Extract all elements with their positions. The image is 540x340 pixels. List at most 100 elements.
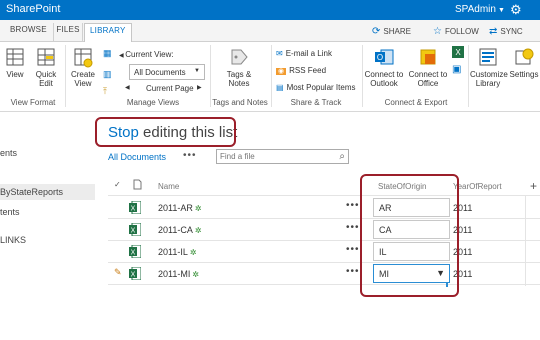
create-view-label-1: Create bbox=[70, 70, 95, 79]
column-header-year[interactable]: YearOfReport bbox=[453, 182, 502, 191]
table-row-editing[interactable]: ✎ X 2011-MI ✲ ••• MI ▼ 2011 bbox=[108, 263, 540, 285]
tab-files[interactable]: FILES bbox=[53, 23, 83, 42]
library-settings-button[interactable]: Settings bbox=[508, 46, 540, 79]
add-column-button[interactable]: + bbox=[530, 179, 537, 193]
tags-notes-button[interactable]: Tags & Notes bbox=[222, 46, 256, 88]
office-label-2: Office bbox=[417, 79, 439, 88]
row-more-button[interactable]: ••• bbox=[346, 200, 360, 211]
view-button[interactable]: View bbox=[3, 46, 27, 79]
rss-feed-button[interactable]: ◉ RSS Feed bbox=[276, 66, 326, 75]
view-icon bbox=[6, 48, 24, 66]
share-icon: ⟳ bbox=[372, 26, 381, 37]
tags-label: Tags & bbox=[226, 70, 252, 79]
row-more-button[interactable]: ••• bbox=[346, 266, 360, 277]
new-item-icon: ✲ bbox=[194, 226, 202, 235]
connect-office-button[interactable]: Connect to Office bbox=[407, 46, 449, 88]
view-more-button[interactable]: ••• bbox=[183, 150, 197, 161]
search-icon[interactable]: ⌕ bbox=[339, 151, 345, 162]
sync-icon: ⇄ bbox=[489, 26, 498, 37]
follow-button[interactable]: ☆ FOLLOW bbox=[433, 26, 479, 37]
table-row[interactable]: X 2011-IL ✲ ••• IL 2011 bbox=[108, 241, 540, 263]
chevron-down-icon: ▼ bbox=[194, 68, 200, 74]
left-nav-item[interactable]: tents bbox=[0, 207, 20, 217]
group-label-share-track: Share & Track bbox=[290, 98, 342, 107]
open-explorer-icon[interactable]: ▣ bbox=[452, 64, 461, 75]
create-column-icon[interactable]: ▥ bbox=[103, 69, 112, 80]
group-label-view-format: View Format bbox=[10, 98, 56, 107]
view-all-documents[interactable]: All Documents bbox=[108, 152, 166, 162]
notes-label: Notes bbox=[228, 79, 250, 88]
settings-icon bbox=[515, 48, 534, 65]
most-popular-button[interactable]: ▤ Most Popular Items bbox=[276, 83, 355, 92]
search-input[interactable] bbox=[217, 150, 329, 163]
prev-page-icon[interactable]: ◀ bbox=[125, 84, 130, 91]
new-item-icon: ✲ bbox=[194, 204, 202, 213]
left-nav-item-selected[interactable]: ByStateReports bbox=[0, 184, 95, 200]
view-label: View bbox=[6, 70, 24, 79]
new-item-icon: ✲ bbox=[189, 248, 197, 257]
sync-label: SYNC bbox=[500, 27, 523, 36]
group-label-connect-export: Connect & Export bbox=[384, 98, 448, 107]
search-box[interactable]: ⌕ bbox=[216, 149, 349, 164]
user-menu[interactable]: SPAdmin ▼ bbox=[455, 4, 505, 15]
column-header-name[interactable]: Name bbox=[158, 182, 179, 191]
export-excel-button[interactable]: X bbox=[452, 46, 464, 60]
gear-icon[interactable]: ⚙ bbox=[510, 2, 522, 18]
group-label-manage-views: Manage Views bbox=[126, 98, 180, 107]
next-page-icon[interactable]: ▶ bbox=[197, 84, 202, 91]
row-more-button[interactable]: ••• bbox=[346, 222, 360, 233]
excel-file-icon: X bbox=[129, 267, 141, 280]
svg-text:X: X bbox=[131, 206, 136, 213]
outlook-label-1: Connect to bbox=[364, 70, 404, 79]
popular-items-icon: ▤ bbox=[276, 83, 284, 92]
ribbon-tab-row: BROWSE FILES LIBRARY ⟳ SHARE ☆ FOLLOW ⇄ SYN… bbox=[0, 20, 540, 43]
customize-library-button[interactable]: Customize Library bbox=[470, 46, 508, 88]
office-label-1: Connect to bbox=[408, 70, 448, 79]
current-view-label: ◀ Current View: bbox=[119, 50, 174, 59]
svg-text:X: X bbox=[131, 272, 136, 279]
suite-bar: SharePoint SPAdmin ▼ ⚙ bbox=[0, 0, 540, 20]
quick-edit-button[interactable]: Quick Edit bbox=[32, 46, 60, 88]
outlook-icon: O bbox=[375, 49, 394, 65]
file-name-link[interactable]: 2011-AR ✲ bbox=[158, 203, 202, 213]
group-divider bbox=[65, 45, 66, 107]
left-nav-item[interactable]: LINKS bbox=[0, 235, 26, 245]
navigate-up-icon[interactable]: ⤒ bbox=[103, 86, 107, 97]
quick-edit-icon bbox=[37, 48, 55, 66]
share-button[interactable]: ⟳ SHARE bbox=[372, 26, 411, 37]
modify-view-icon[interactable]: ▦ bbox=[103, 48, 112, 59]
ribbon: View Quick Edit View Format Create View … bbox=[0, 42, 540, 112]
row-more-button[interactable]: ••• bbox=[346, 244, 360, 255]
sync-button[interactable]: ⇄ SYNC bbox=[489, 26, 523, 37]
highlight-callout bbox=[360, 174, 459, 297]
app-title[interactable]: SharePoint bbox=[6, 3, 60, 15]
select-all-checkmark-icon[interactable]: ✓ bbox=[114, 180, 121, 189]
excel-icon: X bbox=[452, 46, 464, 58]
table-row[interactable]: X 2011-AR ✲ ••• AR 2011 bbox=[108, 197, 540, 219]
group-label-tags-notes: Tags and Notes bbox=[212, 98, 268, 107]
email-link-button[interactable]: ✉ E-mail a Link bbox=[276, 49, 332, 58]
star-icon: ☆ bbox=[433, 26, 442, 37]
current-view-select[interactable]: All Documents ▼ bbox=[129, 64, 205, 80]
rss-icon: ◉ bbox=[276, 68, 287, 75]
tab-browse[interactable]: BROWSE bbox=[10, 25, 47, 34]
email-icon: ✉ bbox=[276, 49, 283, 58]
left-nav-item[interactable]: ents bbox=[0, 148, 17, 158]
follow-label: FOLLOW bbox=[444, 27, 479, 36]
file-name-link[interactable]: 2011-IL ✲ bbox=[158, 247, 197, 257]
table-row[interactable]: X 2011-CA ✲ ••• CA 2011 bbox=[108, 219, 540, 241]
excel-file-icon: X bbox=[129, 201, 141, 214]
pencil-edit-icon: ✎ bbox=[114, 267, 122, 277]
connect-outlook-button[interactable]: O Connect to Outlook bbox=[364, 46, 404, 88]
create-view-button[interactable]: Create View bbox=[68, 46, 98, 88]
group-divider bbox=[362, 45, 363, 107]
file-name-link[interactable]: 2011-CA ✲ bbox=[158, 225, 202, 235]
customize-icon bbox=[479, 48, 497, 66]
excel-file-icon: X bbox=[129, 245, 141, 258]
tab-library[interactable]: LIBRARY bbox=[84, 23, 132, 43]
quick-edit-label-2: Edit bbox=[39, 79, 53, 88]
chevron-down-icon: ▼ bbox=[497, 7, 505, 14]
current-view-value: All Documents bbox=[134, 68, 186, 77]
file-name-link[interactable]: 2011-MI ✲ bbox=[158, 269, 199, 279]
excel-file-icon: X bbox=[129, 223, 141, 236]
